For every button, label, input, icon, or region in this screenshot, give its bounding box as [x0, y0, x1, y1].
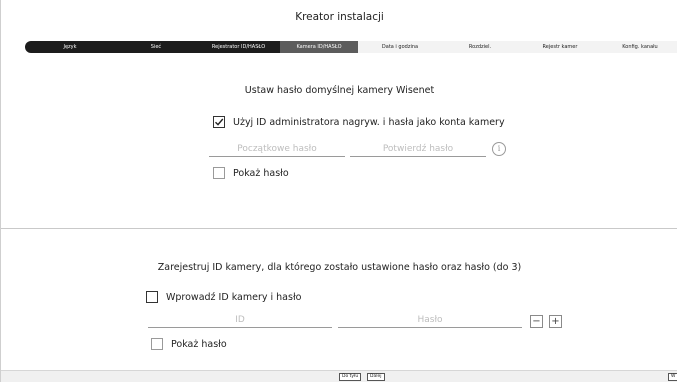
add-row-button[interactable]: + [549, 315, 562, 328]
confirm-password-field[interactable]: Potwierdź hasło [350, 143, 486, 157]
show-password-option-bottom[interactable]: Pokaż hasło [151, 338, 227, 350]
use-admin-credentials-checkbox[interactable] [213, 116, 225, 128]
next-button[interactable]: Dalej [367, 373, 385, 381]
info-icon[interactable]: i [492, 142, 506, 156]
wizard-footer: Do tyłu Dalej W [1, 370, 677, 382]
window-title-text: Kreator instalacji [295, 11, 384, 23]
minus-icon: − [532, 316, 541, 327]
show-password-label-bottom: Pokaż hasło [171, 338, 227, 350]
step-label: Data i godzina [381, 44, 419, 50]
step-label: Rejestrator ID/HASŁO [211, 44, 266, 50]
back-button[interactable]: Do tyłu [339, 373, 362, 381]
use-admin-credentials-label: Użyj ID administratora nagryw. i hasła j… [233, 116, 505, 128]
step-label: Język [63, 44, 77, 50]
step-label: Konfig. kanału [622, 44, 658, 50]
confirm-password-placeholder: Potwierdź hasło [382, 144, 454, 154]
installation-wizard-window: Kreator instalacji Język Sieć Rejestrato… [0, 0, 677, 382]
step-label: Rozdziel. [468, 44, 492, 50]
show-password-checkbox-top[interactable] [213, 167, 225, 179]
show-password-checkbox-bottom[interactable] [151, 338, 163, 350]
show-password-option-top[interactable]: Pokaż hasło [213, 167, 289, 179]
plus-icon: + [551, 316, 560, 327]
default-password-heading: Ustaw hasło domyślnej kamery Wisenet [244, 85, 435, 96]
window-title: Kreator instalacji [1, 0, 677, 34]
step-date-time[interactable]: Data i godzina [358, 41, 442, 53]
show-password-label-top: Pokaż hasło [233, 167, 289, 179]
camera-password-field[interactable]: Hasło [338, 314, 522, 328]
step-language[interactable]: Język [25, 41, 115, 53]
step-channel-config[interactable]: Konfig. kanału [602, 41, 677, 53]
step-camera-id-password[interactable]: Kamera ID/HASŁO [280, 41, 358, 53]
initial-password-field[interactable]: Początkowe hasło [209, 143, 345, 157]
enter-camera-credentials-label: Wprowadź ID kamery i hasło [166, 291, 302, 303]
camera-id-field[interactable]: ID [148, 314, 332, 328]
step-label: Rejestr kamer [542, 44, 578, 50]
step-camera-registration[interactable]: Rejestr kamer [518, 41, 602, 53]
checkmark-icon [215, 118, 224, 126]
camera-password-placeholder: Hasło [417, 315, 443, 325]
enter-camera-credentials-checkbox[interactable] [146, 291, 158, 303]
step-label: Kamera ID/HASŁO [296, 44, 342, 50]
step-label: Sieć [150, 44, 162, 50]
wizard-steps: Język Sieć Rejestrator ID/HASŁO Kamera I… [25, 41, 677, 53]
use-admin-credentials-option[interactable]: Użyj ID administratora nagryw. i hasła j… [213, 116, 505, 128]
step-network[interactable]: Sieć [115, 41, 197, 53]
step-recorder-id-password[interactable]: Rejestrator ID/HASŁO [197, 41, 280, 53]
back-button-label: Do tyłu [342, 374, 359, 379]
step-resolution[interactable]: Rozdziel. [442, 41, 518, 53]
section-divider [1, 228, 677, 229]
initial-password-placeholder: Początkowe hasło [237, 144, 317, 154]
enter-camera-credentials-option[interactable]: Wprowadź ID kamery i hasło [146, 291, 301, 303]
right-cut-off-button[interactable]: W [668, 373, 677, 381]
remove-row-button[interactable]: − [530, 315, 543, 328]
register-heading: Zarejestruj ID kamery, dla którego zosta… [157, 262, 522, 273]
right-cut-off-label: W [671, 374, 676, 379]
next-button-label: Dalej [370, 374, 382, 379]
camera-id-placeholder: ID [235, 315, 245, 325]
